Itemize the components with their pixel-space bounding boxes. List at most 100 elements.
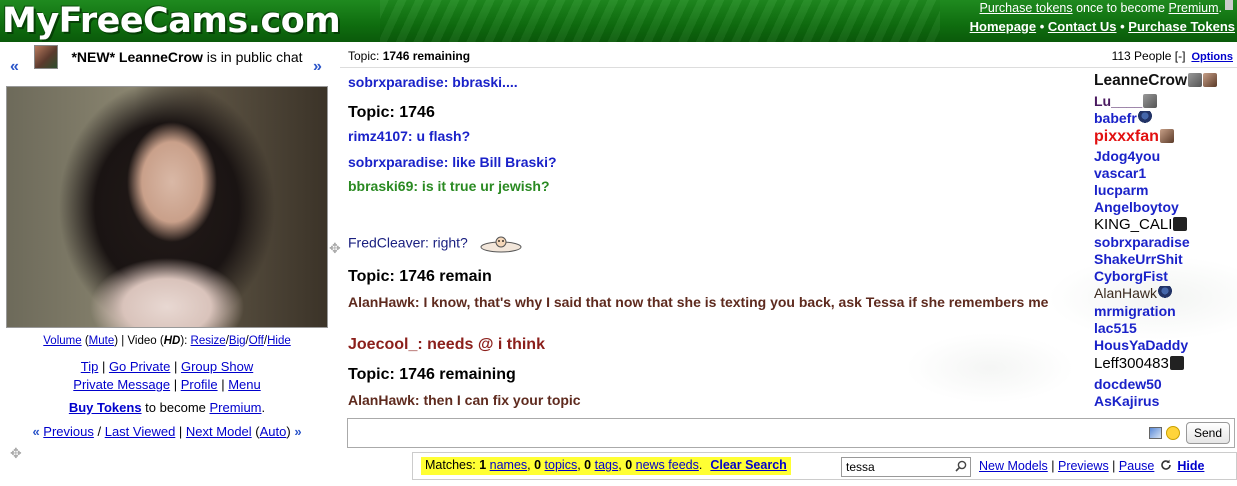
next-model-arrow[interactable]: » xyxy=(313,58,322,76)
user-list-item[interactable]: KING_CALI xyxy=(1094,216,1188,233)
premium-promo-link[interactable]: Premium xyxy=(1169,1,1219,15)
previews-link[interactable]: Previews xyxy=(1058,459,1109,473)
user-list-item[interactable]: vascar1 xyxy=(1094,165,1146,182)
nav-separator: • xyxy=(1116,19,1129,34)
send-button[interactable]: Send xyxy=(1186,422,1230,444)
user-name: CyborgFist xyxy=(1094,268,1168,284)
nav-purchase-tokens[interactable]: Purchase Tokens xyxy=(1128,19,1235,34)
search-input[interactable] xyxy=(841,457,971,477)
previous-model-arrow[interactable]: « xyxy=(10,58,19,76)
user-list-item[interactable]: pixxxfan xyxy=(1094,128,1174,145)
split-resize-icon[interactable]: ✥ xyxy=(329,240,341,257)
panel-resize-icon[interactable]: ✥ xyxy=(10,445,22,462)
user-list-item[interactable]: sobrxparadise xyxy=(1094,234,1190,251)
user-avatar-icon xyxy=(1137,111,1152,125)
user-name: KING_CALI xyxy=(1094,216,1173,233)
user-list-item[interactable]: Lu____ xyxy=(1094,93,1158,110)
news-feeds-link[interactable]: news feeds xyxy=(636,458,699,472)
user-list-item[interactable]: AlanHawk xyxy=(1094,285,1173,302)
user-list-item[interactable]: CyborgFist xyxy=(1094,268,1168,285)
user-list-item[interactable]: Jdog4you xyxy=(1094,148,1160,165)
user-cam-icon xyxy=(1173,217,1188,231)
mute-link[interactable]: Mute xyxy=(89,335,115,347)
search-bar: Matches: 1 names, 0 topics, 0 tags, 0 ne… xyxy=(412,452,1237,480)
new-models-link[interactable]: New Models xyxy=(979,459,1048,473)
user-name: mrmigration xyxy=(1094,303,1176,319)
user-list-item[interactable]: babefr xyxy=(1094,110,1152,127)
user-list-item[interactable]: mrmigration xyxy=(1094,303,1176,320)
image-icon[interactable] xyxy=(1149,427,1162,439)
profile-link[interactable]: Profile xyxy=(181,377,218,392)
resize-link[interactable]: Resize xyxy=(191,335,226,347)
nav-homepage[interactable]: Homepage xyxy=(970,19,1036,34)
user-list-item[interactable]: HousYaDaddy xyxy=(1094,337,1188,354)
off-link[interactable]: Off xyxy=(249,335,264,347)
user-name: Lu____ xyxy=(1094,93,1143,109)
next-arrow-icon[interactable]: » xyxy=(294,424,301,439)
user-list-item[interactable]: ShakeUrrShit xyxy=(1094,251,1183,268)
model-actions: Tip | Go Private | Group Show Private Me… xyxy=(73,359,261,392)
options-link[interactable]: Options xyxy=(1191,51,1233,63)
private-message-link[interactable]: Private Message xyxy=(73,377,170,392)
hide-link[interactable]: Hide xyxy=(1177,459,1204,473)
buy-tokens-row: Buy Tokens to become Premium. xyxy=(0,400,334,415)
site-header: MyFreeCams.com Purchase tokens once to b… xyxy=(0,0,1237,42)
collapse-userlist-button[interactable]: [-] xyxy=(1175,49,1186,63)
user-list-item[interactable]: Leff300483 xyxy=(1094,355,1184,372)
video-stream[interactable] xyxy=(6,86,328,328)
nav-separator: • xyxy=(1036,19,1048,34)
chat-topic-message: Topic: 1746 xyxy=(348,104,435,121)
user-list-item[interactable]: Angelboytoy xyxy=(1094,199,1179,216)
user-list-item[interactable]: lucparm xyxy=(1094,182,1148,199)
chat-input-field[interactable]: Send xyxy=(347,418,1235,448)
model-thumbnail[interactable] xyxy=(34,45,58,69)
nav-contact-us[interactable]: Contact Us xyxy=(1048,19,1117,34)
clear-search-link[interactable]: Clear Search xyxy=(710,458,786,472)
smiley-icon[interactable] xyxy=(1166,426,1180,440)
purchase-tokens-promo-link[interactable]: Purchase tokens xyxy=(979,1,1072,15)
prev-arrow-icon[interactable]: « xyxy=(32,424,39,439)
search-icon[interactable] xyxy=(955,460,967,472)
previous-link[interactable]: Previous xyxy=(43,424,94,439)
last-viewed-link[interactable]: Last Viewed xyxy=(105,424,176,439)
hide-video-link[interactable]: Hide xyxy=(267,335,291,347)
user-photo-icon xyxy=(1159,129,1174,143)
chat-message: sobrxparadise: like Bill Braski? xyxy=(348,154,557,170)
menu-link[interactable]: Menu xyxy=(228,377,261,392)
help-icon[interactable] xyxy=(1225,0,1233,10)
tip-link[interactable]: Tip xyxy=(81,359,99,374)
names-link[interactable]: names xyxy=(490,458,528,472)
promo-text: once to become xyxy=(1072,1,1169,15)
user-list-item[interactable]: AsKajirus xyxy=(1094,393,1159,410)
user-cam-icon xyxy=(1143,94,1158,108)
tags-link[interactable]: tags xyxy=(595,458,619,472)
user-list-item[interactable]: LeanneCrow xyxy=(1094,72,1218,89)
group-show-link[interactable]: Group Show xyxy=(181,359,253,374)
chat-topic-message: Topic: 1746 remain xyxy=(348,268,492,285)
site-logo[interactable]: MyFreeCams.com xyxy=(2,1,341,41)
premium-link[interactable]: Premium xyxy=(210,400,262,415)
user-list-item[interactable]: docdew50 xyxy=(1094,376,1162,393)
big-link[interactable]: Big xyxy=(229,335,246,347)
premium-promo: Purchase tokens once to become Premium. xyxy=(979,0,1233,17)
refresh-icon[interactable] xyxy=(1160,459,1172,471)
video-controls: Volume (Mute) | Video (HD): Resize/Big/O… xyxy=(43,335,291,347)
chat-message: sobrxparadise: bbraski.... xyxy=(348,74,518,90)
user-name: Jdog4you xyxy=(1094,148,1161,164)
buy-tokens-link[interactable]: Buy Tokens xyxy=(69,400,142,415)
pause-link[interactable]: Pause xyxy=(1119,459,1154,473)
chat-topic-bar: Topic: 1746 remaining 113 People [-] Opti… xyxy=(340,46,1237,68)
auto-link[interactable]: Auto xyxy=(260,424,287,439)
buy-tokens-end: . xyxy=(261,400,266,415)
topics-link[interactable]: topics xyxy=(545,458,578,472)
user-name: lac515 xyxy=(1094,320,1137,336)
promo-end: . xyxy=(1218,1,1222,15)
user-name: HousYaDaddy xyxy=(1094,337,1189,353)
volume-link[interactable]: Volume xyxy=(43,335,81,347)
emoticon-icon xyxy=(480,236,522,253)
user-list-item[interactable]: lac515 xyxy=(1094,320,1137,337)
model-navigation: « Previous / Last Viewed | Next Model (A… xyxy=(32,424,302,439)
user-name: ShakeUrrShit xyxy=(1094,251,1183,267)
go-private-link[interactable]: Go Private xyxy=(109,359,170,374)
next-model-link[interactable]: Next Model xyxy=(186,424,252,439)
